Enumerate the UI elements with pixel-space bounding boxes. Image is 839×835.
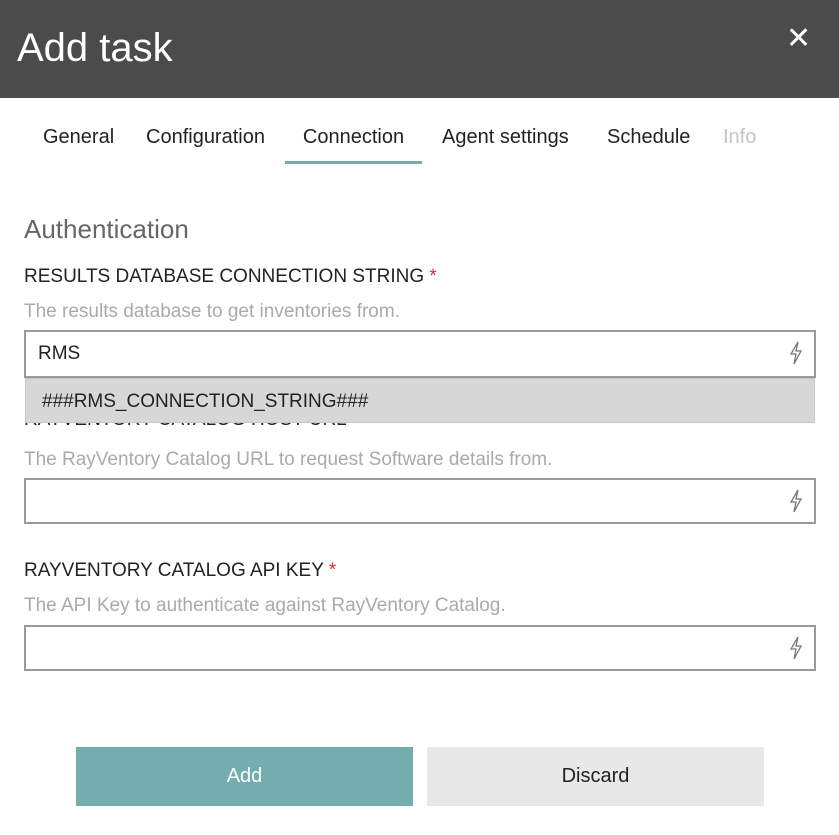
tab-agent-settings[interactable]: Agent settings xyxy=(442,126,569,164)
tab-general[interactable]: General xyxy=(43,126,114,164)
discard-button[interactable]: Discard xyxy=(427,747,764,806)
add-button[interactable]: Add xyxy=(76,747,413,806)
tab-connection[interactable]: Connection xyxy=(285,126,422,164)
field-label-text: RESULTS DATABASE CONNECTION STRING xyxy=(24,266,425,287)
tab-schedule[interactable]: Schedule xyxy=(607,126,690,164)
field-label: RESULTS DATABASE CONNECTION STRING * xyxy=(24,266,437,288)
required-marker: * xyxy=(429,266,437,287)
dialog-title: Add task xyxy=(17,26,173,70)
input-value: RMS xyxy=(38,343,81,364)
catalog-host-url-input[interactable] xyxy=(24,478,816,524)
autocomplete-option[interactable]: ###RMS_CONNECTION_STRING### xyxy=(25,378,815,423)
dialog-header: Add task ✕ xyxy=(0,0,839,98)
tab-bar: General Configuration Connection Agent s… xyxy=(0,126,839,166)
field-help: The API Key to authenticate against RayV… xyxy=(24,595,506,616)
lightning-icon[interactable] xyxy=(788,489,804,513)
lightning-icon[interactable] xyxy=(788,636,804,660)
section-title: Authentication xyxy=(24,214,189,244)
catalog-api-key-input[interactable] xyxy=(24,625,816,671)
field-label: RAYVENTORY CATALOG API KEY * xyxy=(24,560,336,582)
field-label-text: RAYVENTORY CATALOG API KEY xyxy=(24,560,324,581)
lightning-icon[interactable] xyxy=(788,341,804,365)
tab-configuration[interactable]: Configuration xyxy=(146,126,265,164)
close-icon[interactable]: ✕ xyxy=(786,24,811,54)
connection-string-input[interactable]: RMS xyxy=(24,330,816,378)
tab-info: Info xyxy=(723,126,757,148)
required-marker: * xyxy=(328,560,337,581)
field-help: The RayVentory Catalog URL to request So… xyxy=(24,449,553,470)
field-help: The results database to get inventories … xyxy=(24,301,400,322)
